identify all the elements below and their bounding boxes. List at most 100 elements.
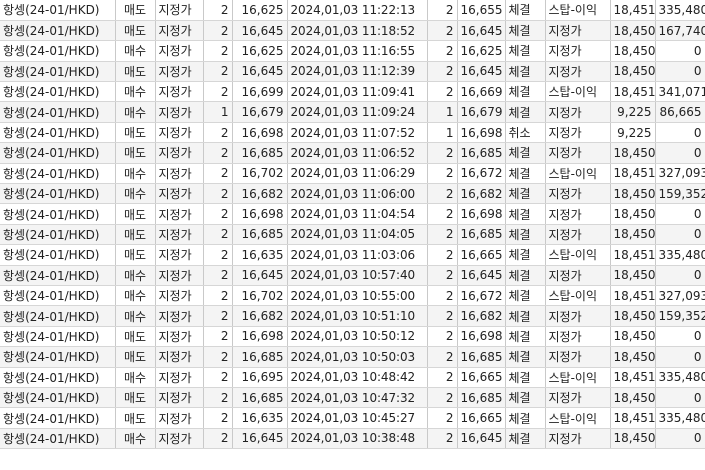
- table-row[interactable]: 항셍(24-01/HKD) 매도 지정가 2 16,685 2024,01,03 11:0…: [0, 224, 705, 246]
- order-price-cell: 16,698: [232, 326, 288, 348]
- table-row[interactable]: 항셍(24-01/HKD) 매도 지정가 2 16,645 2024,01,03 11:1…: [0, 20, 705, 42]
- order-type-cell: 지정가: [155, 265, 204, 286]
- filled-price-cell: 16,665: [457, 244, 506, 266]
- product-cell: 항셍(24-01/HKD): [0, 40, 116, 62]
- table-row[interactable]: 항셍(24-01/HKD) 매수 지정가 2 16,702 2024,01,03 10:5…: [0, 285, 705, 307]
- table-row[interactable]: 항셍(24-01/HKD) 매수 지정가 2 16,645 2024,01,03 10:3…: [0, 428, 705, 450]
- pnl-cell: 0: [655, 265, 705, 286]
- filled-price-cell: 16,682: [457, 305, 506, 327]
- price-type-cell: 지정가: [545, 428, 611, 450]
- side-cell: 매도: [115, 326, 156, 348]
- table-row[interactable]: 항셍(24-01/HKD) 매도 지정가 2 16,698 2024,01,03 10:5…: [0, 326, 705, 348]
- price-type-cell: 지정가: [545, 203, 611, 225]
- product-cell: 항셍(24-01/HKD): [0, 244, 116, 266]
- order-type-cell: 지정가: [155, 61, 204, 83]
- pnl-cell: 0: [655, 224, 705, 246]
- order-qty-cell: 2: [203, 81, 233, 103]
- ref-price-cell: 18,450: [610, 183, 656, 205]
- filled-qty-cell: 1: [427, 122, 458, 144]
- pnl-cell: 0: [655, 326, 705, 348]
- status-cell: 체결: [505, 224, 546, 246]
- status-cell: 체결: [505, 244, 546, 266]
- filled-price-cell: 16,685: [457, 346, 506, 368]
- order-type-cell: 지정가: [155, 428, 204, 450]
- price-type-cell: 스탑-이익: [545, 407, 611, 429]
- table-row[interactable]: 항셍(24-01/HKD) 매도 지정가 2 16,685 2024,01,03 10:4…: [0, 387, 705, 409]
- table-row[interactable]: 항셍(24-01/HKD) 매수 지정가 1 16,679 2024,01,03 11:0…: [0, 101, 705, 123]
- table-row[interactable]: 항셍(24-01/HKD) 매도 지정가 2 16,645 2024,01,03 11:1…: [0, 61, 705, 83]
- status-cell: 체결: [505, 346, 546, 368]
- product-cell: 항셍(24-01/HKD): [0, 407, 116, 429]
- table-row[interactable]: 항셍(24-01/HKD) 매도 지정가 2 16,635 2024,01,03 11:0…: [0, 244, 705, 266]
- filled-qty-cell: 2: [427, 346, 458, 368]
- order-time-cell: 2024,01,03 11:09:24: [287, 101, 428, 123]
- filled-qty-cell: 2: [427, 265, 458, 286]
- side-cell: 매수: [115, 428, 156, 450]
- order-qty-cell: 2: [203, 265, 233, 286]
- order-qty-cell: 2: [203, 346, 233, 368]
- order-qty-cell: 2: [203, 0, 233, 21]
- order-qty-cell: 2: [203, 20, 233, 42]
- order-qty-cell: 2: [203, 40, 233, 62]
- status-cell: 체결: [505, 163, 546, 185]
- side-cell: 매도: [115, 20, 156, 42]
- status-cell: 체결: [505, 407, 546, 429]
- order-type-cell: 지정가: [155, 305, 204, 327]
- order-type-cell: 지정가: [155, 244, 204, 266]
- table-row[interactable]: 항셍(24-01/HKD) 매수 지정가 2 16,695 2024,01,03 10:4…: [0, 367, 705, 388]
- table-row[interactable]: 항셍(24-01/HKD) 매도 지정가 2 16,625 2024,01,03 11:2…: [0, 0, 705, 21]
- order-price-cell: 16,685: [232, 142, 288, 164]
- table-row[interactable]: 항셍(24-01/HKD) 매수 지정가 2 16,645 2024,01,03 10:5…: [0, 265, 705, 286]
- filled-price-cell: 16,698: [457, 203, 506, 225]
- order-time-cell: 2024,01,03 10:55:00: [287, 285, 428, 307]
- table-row[interactable]: 항셍(24-01/HKD) 매도 지정가 2 16,685 2024,01,03 10:5…: [0, 346, 705, 368]
- side-cell: 매도: [115, 387, 156, 409]
- filled-price-cell: 16,685: [457, 224, 506, 246]
- table-row[interactable]: 항셍(24-01/HKD) 매도 지정가 2 16,698 2024,01,03 11:0…: [0, 203, 705, 225]
- table-row[interactable]: 항셍(24-01/HKD) 매도 지정가 2 16,635 2024,01,03 10:4…: [0, 407, 705, 429]
- order-time-cell: 2024,01,03 11:03:06: [287, 244, 428, 266]
- order-type-cell: 지정가: [155, 142, 204, 164]
- price-type-cell: 지정가: [545, 387, 611, 409]
- price-type-cell: 스탑-이익: [545, 0, 611, 21]
- side-cell: 매도: [115, 407, 156, 429]
- ref-price-cell: 18,451: [610, 285, 656, 307]
- table-row[interactable]: 항셍(24-01/HKD) 매수 지정가 2 16,702 2024,01,03 11:0…: [0, 163, 705, 185]
- pnl-cell: 0: [655, 428, 705, 450]
- table-row[interactable]: 항셍(24-01/HKD) 매도 지정가 2 16,698 2024,01,03 11:0…: [0, 122, 705, 144]
- table-row[interactable]: 항셍(24-01/HKD) 매수 지정가 2 16,625 2024,01,03 11:1…: [0, 40, 705, 62]
- side-cell: 매수: [115, 101, 156, 123]
- table-row[interactable]: 항셍(24-01/HKD) 매수 지정가 2 16,682 2024,01,03 11:0…: [0, 183, 705, 205]
- order-time-cell: 2024,01,03 11:18:52: [287, 20, 428, 42]
- side-cell: 매도: [115, 224, 156, 246]
- order-type-cell: 지정가: [155, 0, 204, 21]
- ref-price-cell: 18,451: [610, 81, 656, 103]
- side-cell: 매수: [115, 367, 156, 388]
- status-cell: 체결: [505, 183, 546, 205]
- price-type-cell: 스탑-이익: [545, 163, 611, 185]
- pnl-cell: 335,480: [655, 407, 705, 429]
- status-cell: 체결: [505, 203, 546, 225]
- order-qty-cell: 1: [203, 101, 233, 123]
- filled-price-cell: 16,672: [457, 285, 506, 307]
- filled-qty-cell: 2: [427, 183, 458, 205]
- product-cell: 항셍(24-01/HKD): [0, 428, 116, 450]
- order-price-cell: 16,635: [232, 244, 288, 266]
- order-time-cell: 2024,01,03 11:04:05: [287, 224, 428, 246]
- order-price-cell: 16,698: [232, 203, 288, 225]
- product-cell: 항셍(24-01/HKD): [0, 0, 116, 21]
- filled-qty-cell: 2: [427, 407, 458, 429]
- order-qty-cell: 2: [203, 122, 233, 144]
- status-cell: 체결: [505, 142, 546, 164]
- order-type-cell: 지정가: [155, 163, 204, 185]
- price-type-cell: 스탑-이익: [545, 81, 611, 103]
- order-price-cell: 16,698: [232, 122, 288, 144]
- table-row[interactable]: 항셍(24-01/HKD) 매수 지정가 2 16,699 2024,01,03 11:0…: [0, 81, 705, 103]
- table-row[interactable]: 항셍(24-01/HKD) 매수 지정가 2 16,682 2024,01,03 10:5…: [0, 305, 705, 327]
- ref-price-cell: 18,450: [610, 346, 656, 368]
- order-type-cell: 지정가: [155, 367, 204, 388]
- table-row[interactable]: 항셍(24-01/HKD) 매도 지정가 2 16,685 2024,01,03 11:0…: [0, 142, 705, 164]
- side-cell: 매수: [115, 183, 156, 205]
- order-price-cell: 16,702: [232, 285, 288, 307]
- order-time-cell: 2024,01,03 10:50:12: [287, 326, 428, 348]
